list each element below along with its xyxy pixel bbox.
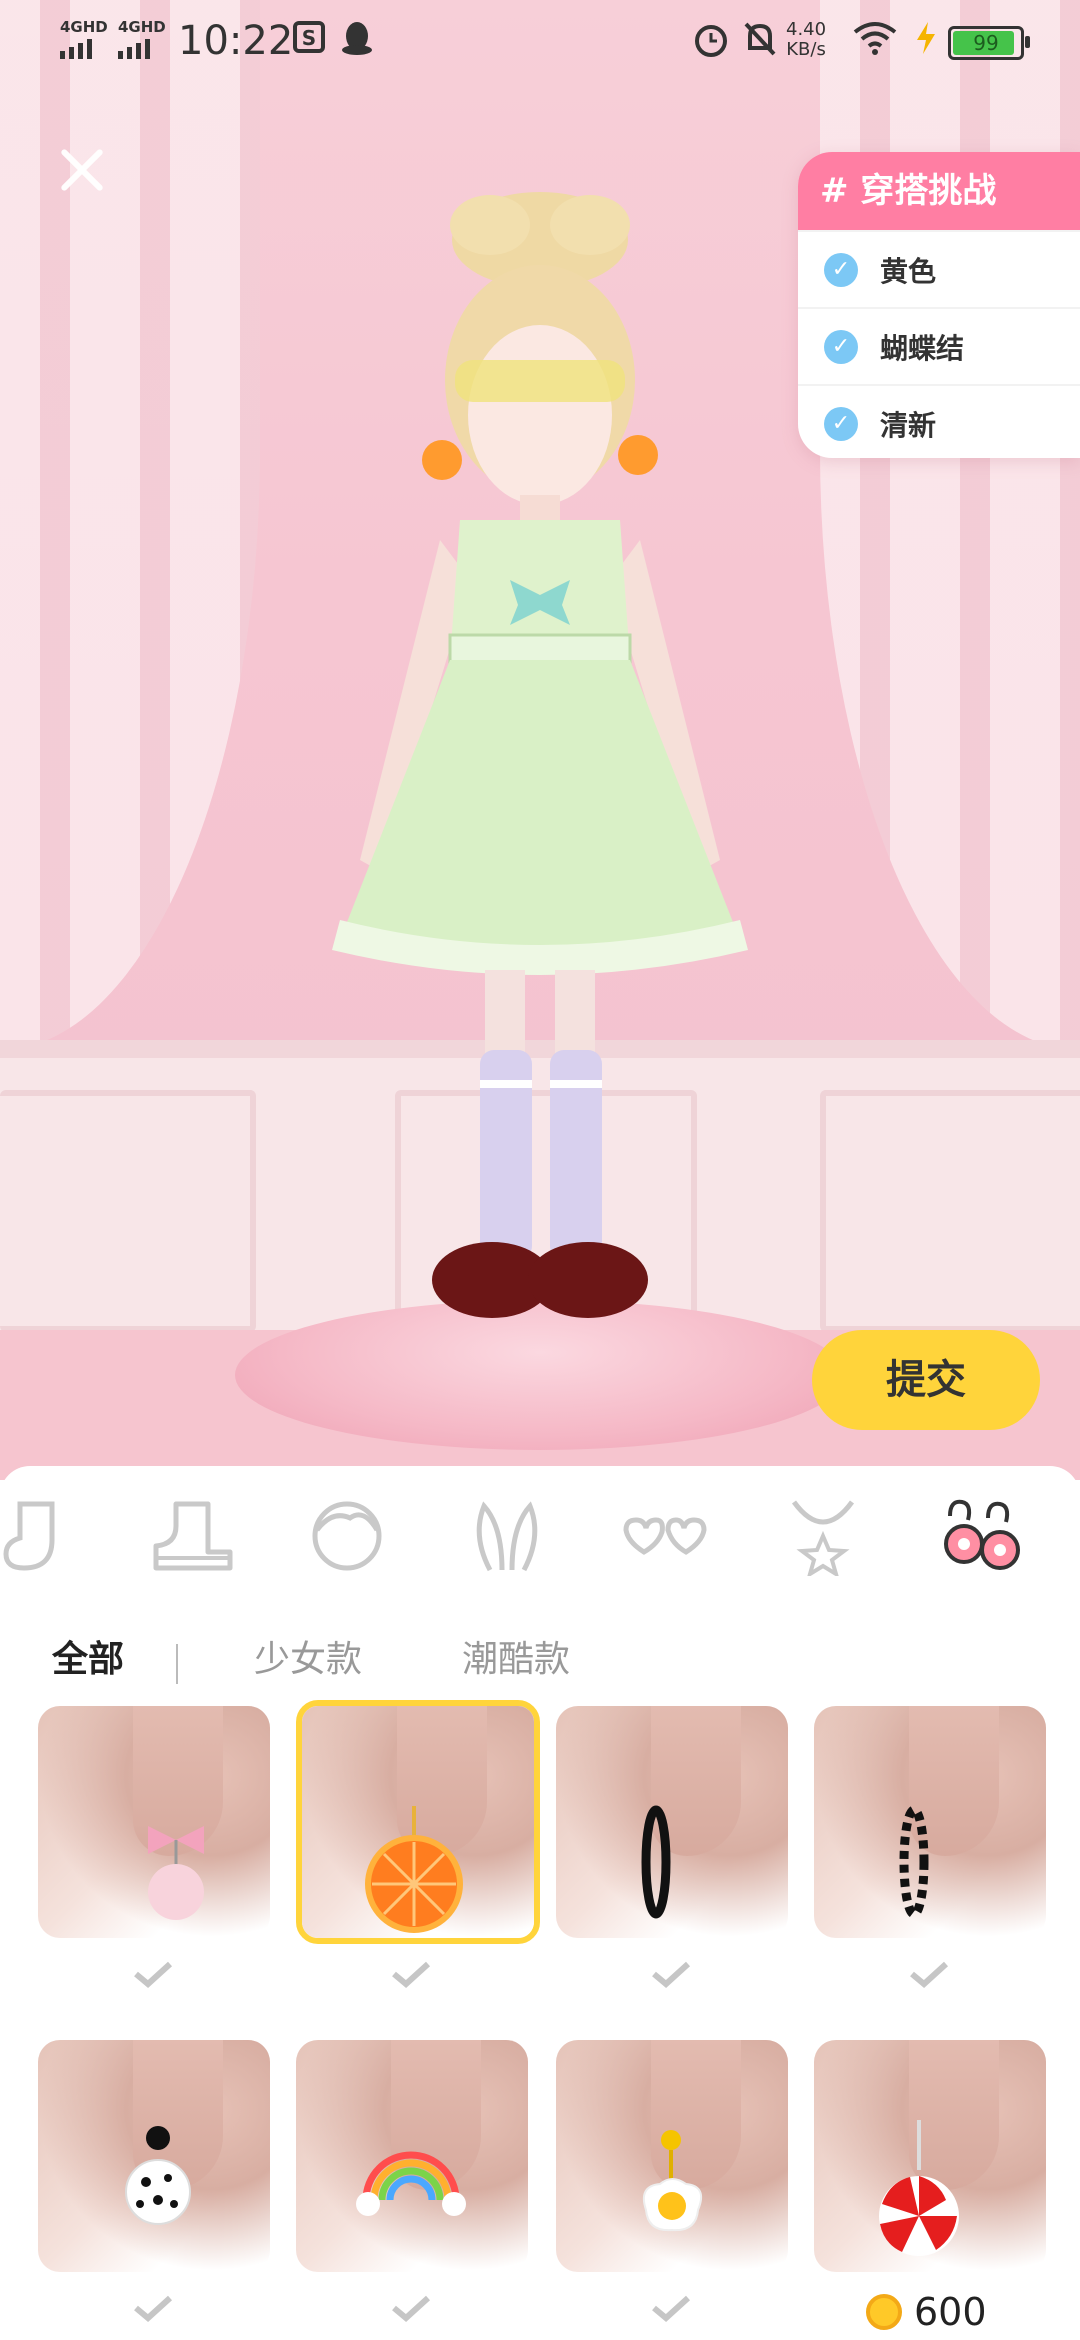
category-glasses[interactable] (620, 1496, 710, 1576)
bunny-ears-icon (476, 1501, 538, 1572)
challenge-item: ✓ 黄色 (798, 230, 1080, 307)
category-hair[interactable] (302, 1496, 392, 1576)
owned-check-icon (390, 2294, 432, 2322)
price-value: 600 (914, 2290, 987, 2334)
qq-penguin-icon (340, 20, 374, 65)
challenge-title: # 穿搭挑战 (798, 152, 1080, 230)
item-rainbow-earring[interactable] (296, 2040, 528, 2272)
category-shoes[interactable] (146, 1496, 236, 1576)
orange-slice-earring-icon (365, 1806, 463, 1933)
category-bar (0, 1466, 1080, 1596)
left-curtain (0, 0, 260, 1050)
heart-glasses-icon (623, 1517, 707, 1555)
item-pink-bow-pompom-earring[interactable] (38, 1706, 270, 1938)
category-headwear[interactable] (462, 1496, 552, 1576)
owned-check-icon (908, 1960, 950, 1988)
tab-girly[interactable]: 少女款 (254, 1630, 362, 1682)
signal-label: 4GHD (118, 18, 166, 36)
fried-egg-earring-icon (642, 2130, 702, 2232)
close-button[interactable] (50, 138, 114, 202)
coin-icon (866, 2294, 902, 2330)
earrings-icon (944, 1499, 1020, 1570)
peppermint-candy-earring-icon (879, 2120, 959, 2256)
category-necklace[interactable] (778, 1496, 868, 1579)
challenge-item-label: 蝴蝶结 (880, 331, 965, 365)
socks-icon (3, 1501, 55, 1571)
s-app-icon: S (292, 20, 326, 63)
check-icon: ✓ (824, 252, 858, 287)
dalmatian-ball-earring-icon (125, 2126, 191, 2225)
item-price: 600 (866, 2290, 987, 2334)
owned-check-icon (132, 1960, 174, 1988)
item-black-hoop-earring[interactable] (556, 1706, 788, 1938)
owned-check-icon (132, 2294, 174, 2322)
signal-sim1: 4GHD (60, 18, 108, 59)
tab-cool[interactable]: 潮酷款 (462, 1630, 570, 1682)
network-speed: 4.40 KB/s (786, 20, 826, 60)
avatar-character[interactable] (320, 180, 760, 1380)
challenge-item: ✓ 蝴蝶结 (798, 307, 1080, 384)
outfit-challenge-card: # 穿搭挑战 ✓ 黄色 ✓ 蝴蝶结 ✓ 清新 (798, 152, 1080, 458)
challenge-item-label: 清新 (880, 408, 937, 442)
wall-panel (0, 1090, 256, 1332)
status-time: 10:22 (178, 18, 294, 64)
status-bar: 4GHD 4GHD 10:22 S 4.40 KB/s 99 (0, 0, 1080, 84)
owned-check-icon (650, 2294, 692, 2322)
mute-bell-icon (742, 20, 778, 67)
submit-button[interactable]: 提交 (812, 1330, 1040, 1430)
zebra-hoop-earring-icon (899, 1805, 929, 1919)
black-hoop-earring-icon (641, 1805, 671, 1919)
shoe-icon (153, 1501, 233, 1571)
face-icon (312, 1501, 382, 1571)
item-orange-slice-earring[interactable] (296, 1700, 540, 1944)
wifi-icon (852, 20, 898, 65)
signal-label: 4GHD (60, 18, 108, 36)
necklace-icon (791, 1500, 855, 1579)
owned-check-icon (390, 1960, 432, 1988)
item-fried-egg-earring[interactable] (556, 2040, 788, 2272)
check-icon: ✓ (824, 329, 858, 364)
signal-sim2: 4GHD (118, 18, 166, 59)
bow-pompom-earring-icon (148, 1826, 204, 1920)
tab-divider (176, 1644, 178, 1684)
challenge-item: ✓ 清新 (798, 384, 1080, 458)
item-peppermint-candy-earring[interactable] (814, 2040, 1046, 2272)
network-speed-value: 4.40 (786, 19, 827, 40)
category-socks[interactable] (0, 1496, 90, 1576)
filter-tabs: 全部 少女款 潮酷款 (0, 1616, 1080, 1696)
wall-panel (820, 1090, 1080, 1332)
battery-indicator: 99 (948, 26, 1030, 60)
signal-bars-icon (60, 39, 108, 59)
network-speed-unit: KB/s (786, 39, 826, 60)
rainbow-earring-icon (356, 2151, 466, 2216)
check-icon: ✓ (824, 406, 858, 441)
signal-bars-icon (118, 39, 166, 59)
category-earrings[interactable] (936, 1496, 1026, 1576)
svg-text:S: S (302, 26, 316, 50)
tab-all[interactable]: 全部 (52, 1630, 124, 1682)
item-dalmatian-ball-earring[interactable] (38, 2040, 270, 2272)
item-zebra-hoop-earring[interactable] (814, 1706, 1046, 1938)
challenge-item-label: 黄色 (880, 254, 937, 288)
battery-level: 99 (973, 31, 999, 55)
charging-icon (914, 20, 938, 65)
alarm-icon (692, 20, 730, 67)
owned-check-icon (650, 1960, 692, 1988)
